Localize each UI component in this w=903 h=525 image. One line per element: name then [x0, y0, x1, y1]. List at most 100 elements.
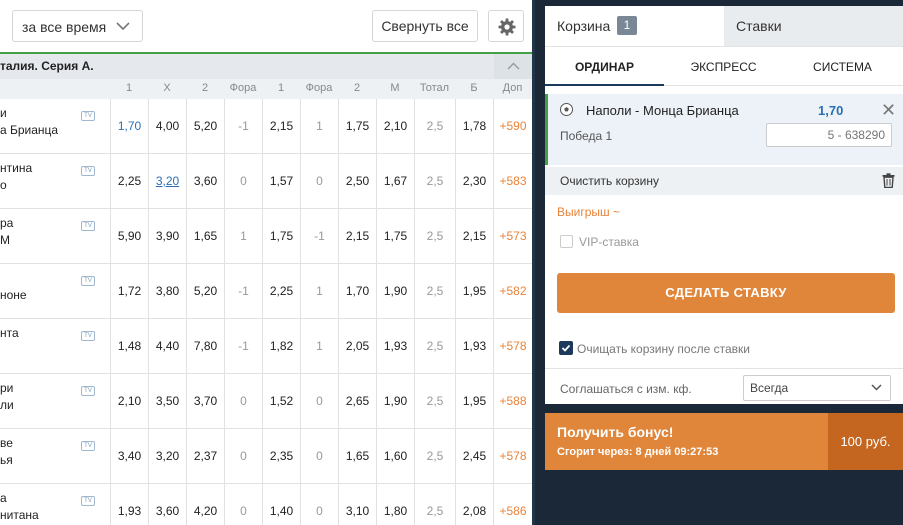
odd-2[interactable]: 2,37 — [186, 429, 224, 484]
period-select[interactable]: за все время — [12, 10, 143, 42]
stake-input[interactable] — [766, 123, 892, 147]
odd-x[interactable]: 3,80 — [148, 264, 186, 319]
trash-icon[interactable] — [882, 173, 895, 188]
total-under[interactable]: 1,80 — [376, 484, 414, 525]
handicap-odd-2[interactable]: 3,10 — [338, 484, 376, 525]
tv-icon[interactable]: TV — [81, 386, 95, 396]
handicap-odd-1[interactable]: 2,35 — [262, 429, 300, 484]
match-teams[interactable]: а нитана — [0, 490, 39, 524]
match-teams[interactable]: ве ья — [0, 435, 13, 469]
auto-clear-checkbox-box[interactable] — [559, 341, 573, 355]
total-over[interactable]: 1,78 — [455, 99, 493, 154]
handicap-odd-1[interactable]: 1,40 — [262, 484, 300, 525]
more-markets[interactable]: +586 — [493, 484, 532, 525]
place-bet-button[interactable]: СДЕЛАТЬ СТАВКУ — [557, 273, 895, 313]
total-under[interactable]: 1,67 — [376, 154, 414, 209]
odd-1[interactable]: 2,10 — [110, 374, 148, 429]
odd-1[interactable]: 1,48 — [110, 319, 148, 374]
bonus-banner[interactable]: Получить бонус! Сгорит через: 8 дней 09:… — [545, 413, 903, 470]
odd-2[interactable]: 7,80 — [186, 319, 224, 374]
tv-icon[interactable]: TV — [81, 221, 95, 231]
match-teams[interactable]: нтина о — [0, 160, 32, 194]
odd-x[interactable]: 3,20 — [148, 429, 186, 484]
handicap-odd-2[interactable]: 2,50 — [338, 154, 376, 209]
odd-x[interactable]: 3,20 — [148, 154, 186, 209]
total-over[interactable]: 1,95 — [455, 374, 493, 429]
handicap-odd-2[interactable]: 2,65 — [338, 374, 376, 429]
total-over[interactable]: 2,15 — [455, 209, 493, 264]
handicap-odd-1[interactable]: 1,75 — [262, 209, 300, 264]
total-over[interactable]: 2,45 — [455, 429, 493, 484]
tab-system[interactable]: СИСТЕМА — [783, 47, 902, 86]
handicap-odd-2[interactable]: 1,70 — [338, 264, 376, 319]
match-teams[interactable]: нта — [0, 325, 19, 359]
tab-bets[interactable]: Ставки — [724, 6, 903, 46]
more-markets[interactable]: +590 — [493, 99, 532, 154]
vip-checkbox-box[interactable] — [560, 235, 573, 248]
tab-cart[interactable]: Корзина 1 — [545, 6, 724, 46]
handicap-odd-1[interactable]: 1,57 — [262, 154, 300, 209]
handicap-odd-2[interactable]: 2,15 — [338, 209, 376, 264]
match-teams[interactable]: ра М — [0, 215, 13, 249]
tab-single[interactable]: ОРДИНАР — [545, 47, 664, 86]
odd-1[interactable]: 1,72 — [110, 264, 148, 319]
settings-button[interactable] — [488, 10, 524, 42]
more-markets[interactable]: +573 — [493, 209, 532, 264]
tv-icon[interactable]: TV — [81, 276, 95, 286]
handicap-odd-1[interactable]: 2,15 — [262, 99, 300, 154]
more-markets[interactable]: +578 — [493, 319, 532, 374]
odd-2[interactable]: 5,20 — [186, 264, 224, 319]
odd-2[interactable]: 1,65 — [186, 209, 224, 264]
odd-2[interactable]: 3,70 — [186, 374, 224, 429]
collapse-all-button[interactable]: Свернуть все — [372, 10, 478, 42]
odd-1[interactable]: 3,40 — [110, 429, 148, 484]
odd-2[interactable]: 3,60 — [186, 154, 224, 209]
odd-1[interactable]: 5,90 — [110, 209, 148, 264]
total-over[interactable]: 1,93 — [455, 319, 493, 374]
more-markets[interactable]: +582 — [493, 264, 532, 319]
tv-icon[interactable]: TV — [81, 496, 95, 506]
total-under[interactable]: 1,60 — [376, 429, 414, 484]
odd-x[interactable]: 4,40 — [148, 319, 186, 374]
handicap-odd-1[interactable]: 1,82 — [262, 319, 300, 374]
scrollbar[interactable] — [532, 0, 535, 525]
total-over[interactable]: 1,95 — [455, 264, 493, 319]
more-markets[interactable]: +578 — [493, 429, 532, 484]
total-over[interactable]: 2,30 — [455, 154, 493, 209]
match-teams[interactable]: ри ли — [0, 380, 14, 414]
odd-1[interactable]: 2,25 — [110, 154, 148, 209]
odds-change-select[interactable]: Всегда — [743, 375, 891, 401]
odd-x[interactable]: 3,60 — [148, 484, 186, 525]
odd-1[interactable]: 1,93 — [110, 484, 148, 525]
match-teams[interactable]: и а Брианца — [0, 105, 58, 139]
total-under[interactable]: 1,90 — [376, 264, 414, 319]
handicap-odd-1[interactable]: 1,52 — [262, 374, 300, 429]
league-header[interactable]: талия. Серия А. — [0, 52, 532, 79]
more-markets[interactable]: +583 — [493, 154, 532, 209]
total-under[interactable]: 1,75 — [376, 209, 414, 264]
close-icon[interactable]: ✕ — [881, 100, 896, 121]
total-under[interactable]: 1,90 — [376, 374, 414, 429]
handicap-odd-2[interactable]: 2,05 — [338, 319, 376, 374]
tv-icon[interactable]: TV — [81, 441, 95, 451]
league-collapse-button[interactable] — [494, 54, 532, 79]
tv-icon[interactable]: TV — [81, 331, 95, 341]
total-over[interactable]: 2,08 — [455, 484, 493, 525]
total-under[interactable]: 1,93 — [376, 319, 414, 374]
odd-x[interactable]: 3,50 — [148, 374, 186, 429]
match-teams[interactable]: ноне — [0, 270, 27, 304]
handicap-odd-2[interactable]: 1,65 — [338, 429, 376, 484]
odd-1[interactable]: 1,70 — [110, 99, 148, 154]
total-under[interactable]: 2,10 — [376, 99, 414, 154]
clear-cart-button[interactable]: Очистить корзину — [560, 174, 659, 188]
handicap-odd-1[interactable]: 2,25 — [262, 264, 300, 319]
tv-icon[interactable]: TV — [81, 111, 95, 121]
tv-icon[interactable]: TV — [81, 166, 95, 176]
odd-2[interactable]: 5,20 — [186, 99, 224, 154]
odd-x[interactable]: 4,00 — [148, 99, 186, 154]
more-markets[interactable]: +588 — [493, 374, 532, 429]
odd-x[interactable]: 3,90 — [148, 209, 186, 264]
odd-2[interactable]: 4,20 — [186, 484, 224, 525]
tab-express[interactable]: ЭКСПРЕСС — [664, 47, 783, 86]
handicap-odd-2[interactable]: 1,75 — [338, 99, 376, 154]
